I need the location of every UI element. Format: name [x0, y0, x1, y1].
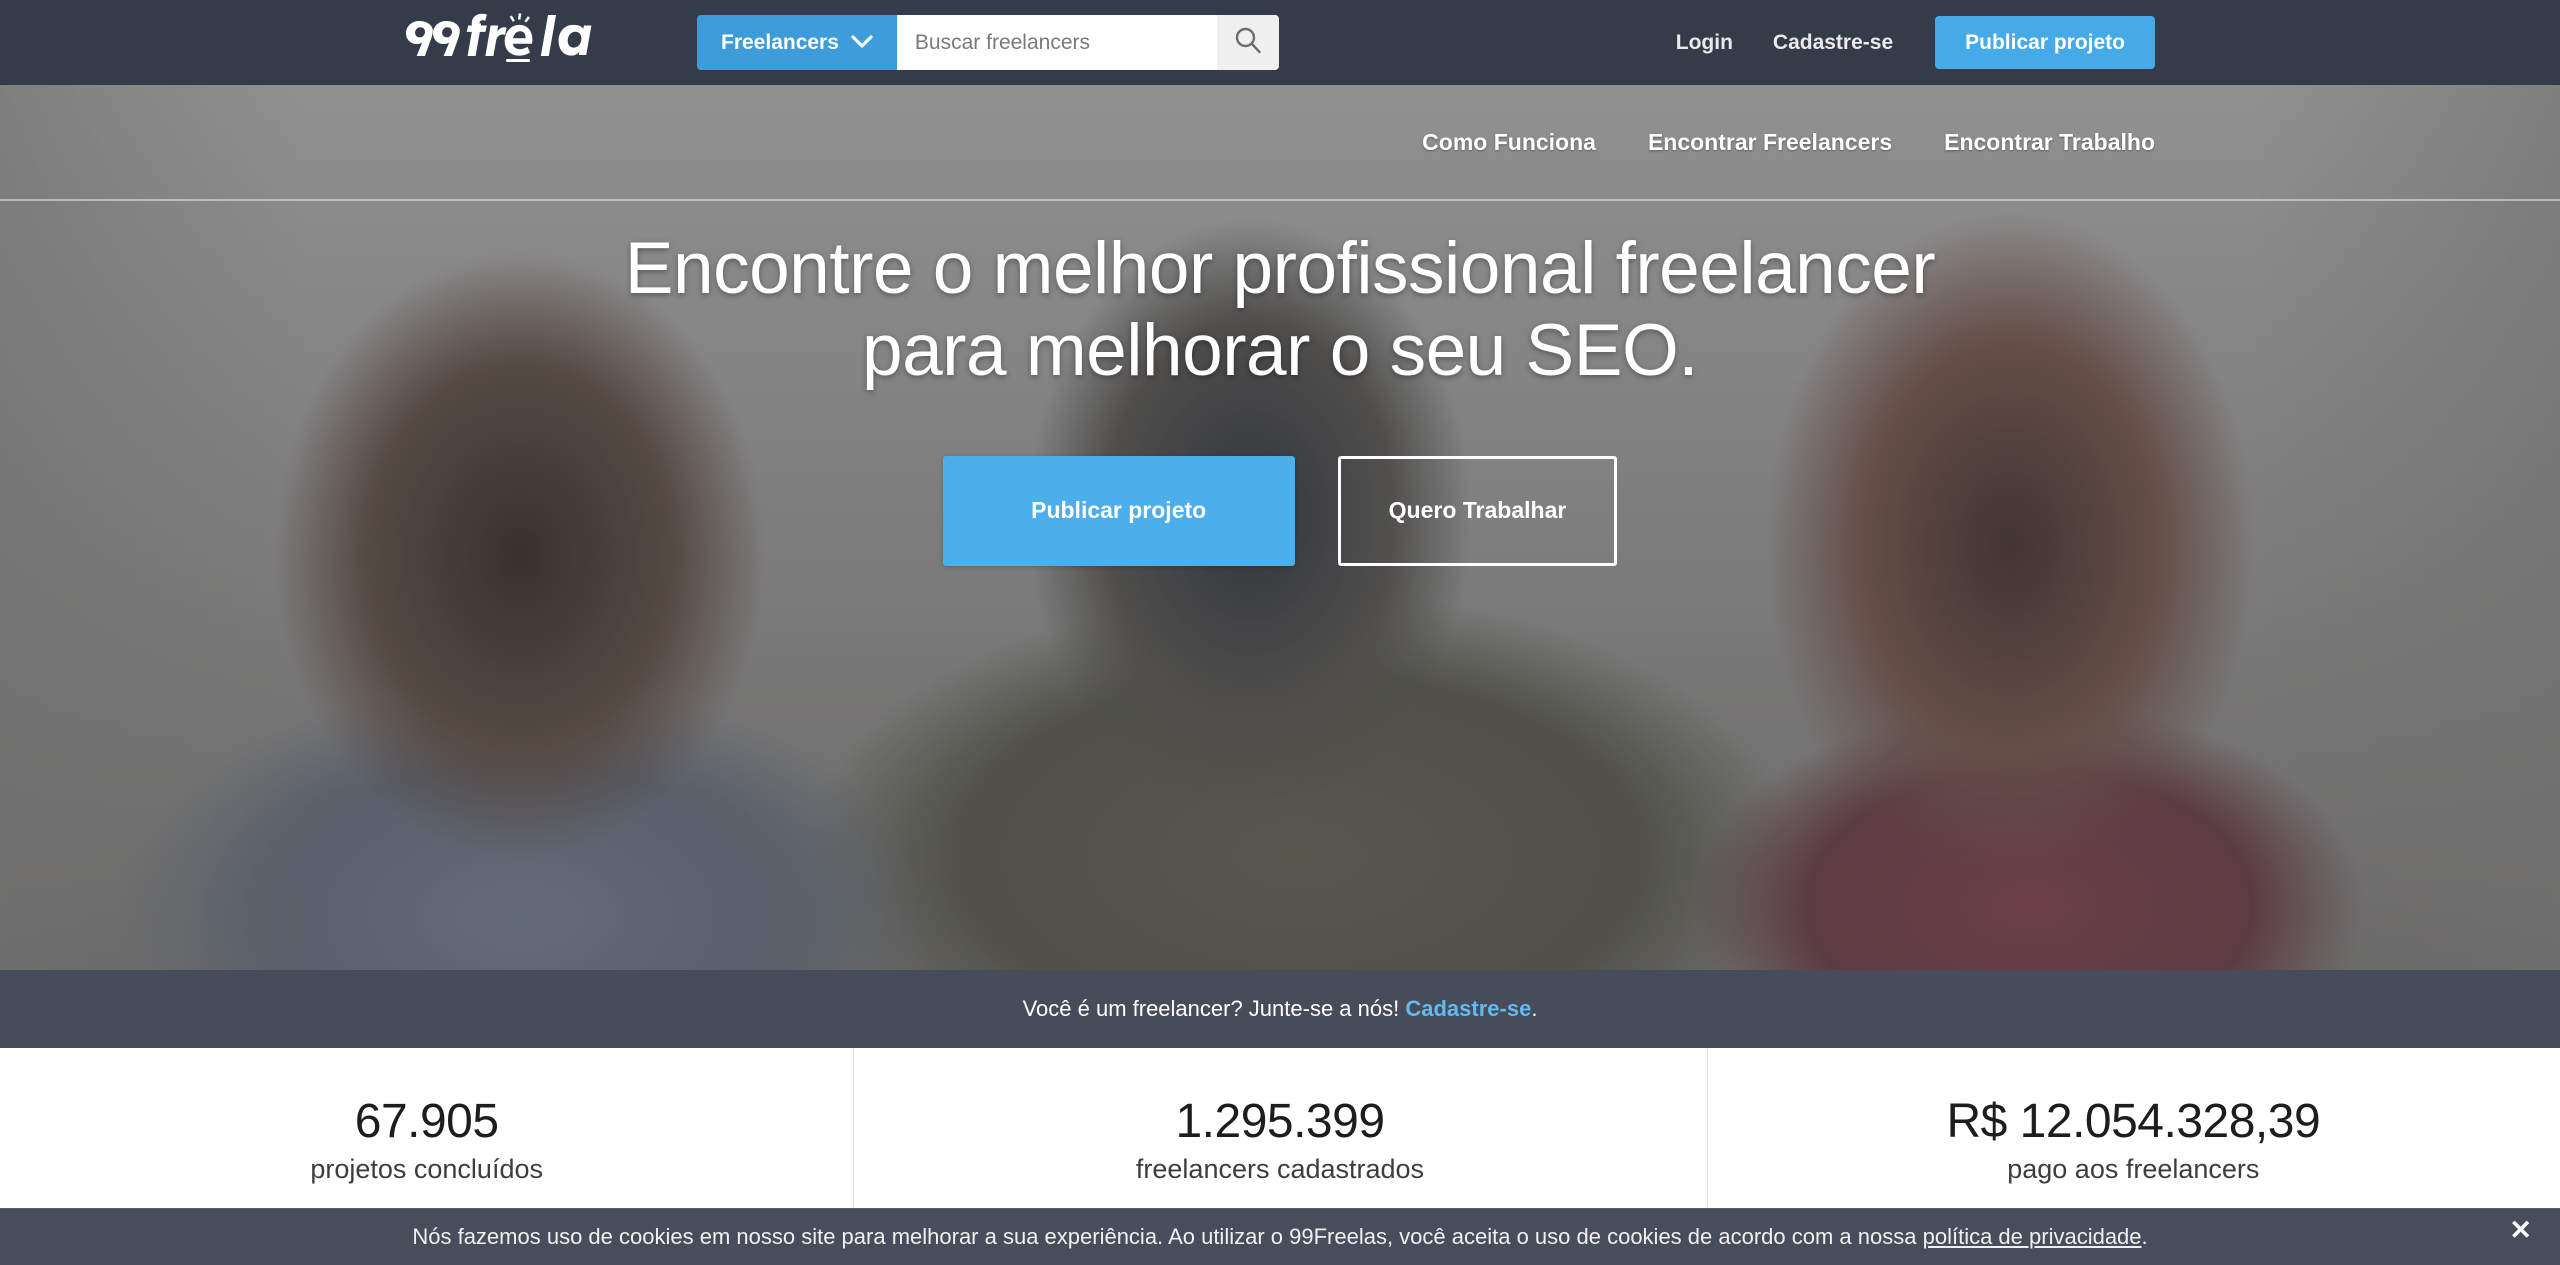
- hero-cta-group: Publicar projeto Quero Trabalhar: [942, 455, 1618, 566]
- hero-title-line-1: Encontre o melhor profissional freelance…: [624, 228, 1936, 309]
- join-strip-message: Você é um freelancer? Junte-se a nós!: [1022, 996, 1400, 1021]
- secondary-navigation: Como Funciona Encontrar Freelancers Enco…: [0, 85, 2560, 201]
- cookie-consent-banner: Nós fazemos uso de cookies em nosso site…: [0, 1208, 2560, 1265]
- join-strip-text: Você é um freelancer? Junte-se a nós! Ca…: [1023, 996, 1538, 1022]
- header-account-actions: Login Cadastre-se Publicar projeto: [1656, 0, 2155, 85]
- privacy-policy-link[interactable]: política de privacidade: [1923, 1224, 2142, 1249]
- cookie-banner-text: Nós fazemos uso de cookies em nosso site…: [412, 1224, 2147, 1250]
- hero-content: Encontre o melhor profissional freelance…: [0, 85, 2560, 970]
- stat-value: 67.905: [354, 1095, 499, 1148]
- search-category-label: Freelancers: [721, 30, 839, 54]
- hero-title: Encontre o melhor profissional freelance…: [624, 228, 1936, 393]
- hero-title-line-2: para melhorar o seu SEO.: [861, 310, 1699, 392]
- stat-label: projetos concluídos: [310, 1153, 543, 1184]
- nav-item-como-funciona[interactable]: Como Funciona: [1422, 129, 1596, 156]
- cookie-text-before: Nós fazemos uso de cookies em nosso site…: [412, 1224, 1923, 1249]
- cookie-text-after: .: [2141, 1224, 2148, 1249]
- search-category-dropdown[interactable]: Freelancers: [697, 15, 897, 70]
- stat-projects-completed: 67.905 projetos concluídos: [0, 1048, 853, 1185]
- search-input-wrapper: [896, 15, 1217, 70]
- statistics-section: 67.905 projetos concluídos 1.295.399 fre…: [0, 1048, 2560, 1220]
- login-link[interactable]: Login: [1656, 31, 1753, 55]
- search-submit-button[interactable]: [1216, 15, 1279, 70]
- stat-label: freelancers cadastrados: [1135, 1153, 1425, 1184]
- top-header: Freelancers Login: [0, 0, 2560, 85]
- join-strip-suffix: .: [1531, 996, 1538, 1021]
- stat-paid-to-freelancers: R$ 12.054.328,39 pago aos freelancers: [1706, 1048, 2560, 1220]
- search-bar: Freelancers: [697, 15, 1279, 70]
- hero-want-to-work-button[interactable]: Quero Trabalhar: [1337, 455, 1618, 566]
- join-strip-register-link[interactable]: Cadastre-se: [1405, 996, 1531, 1021]
- freelancer-join-strip: Você é um freelancer? Junte-se a nós! Ca…: [0, 970, 2560, 1048]
- chevron-down-icon: [851, 31, 873, 55]
- page-root: Encontre o melhor profissional freelance…: [0, 0, 2560, 1265]
- hero-publish-project-button[interactable]: Publicar projeto: [942, 455, 1295, 566]
- stat-freelancers-registered: 1.295.399 freelancers cadastrados: [853, 1048, 1706, 1220]
- header-publish-project-button[interactable]: Publicar projeto: [1935, 16, 2155, 69]
- stat-value: 1.295.399: [1175, 1095, 1385, 1148]
- hero-section: Encontre o melhor profissional freelance…: [0, 85, 2560, 970]
- nav-item-encontrar-freelancers[interactable]: Encontrar Freelancers: [1648, 129, 1892, 156]
- close-icon[interactable]: ✕: [2499, 1211, 2542, 1250]
- nav-item-encontrar-trabalho[interactable]: Encontrar Trabalho: [1944, 129, 2155, 156]
- stat-value: R$ 12.054.328,39: [1946, 1095, 2321, 1148]
- logo-99freelas[interactable]: [405, 11, 595, 69]
- search-input[interactable]: [914, 30, 1199, 55]
- stat-label: pago aos freelancers: [2007, 1153, 2260, 1184]
- register-link[interactable]: Cadastre-se: [1753, 31, 1913, 55]
- search-icon: [1233, 25, 1263, 60]
